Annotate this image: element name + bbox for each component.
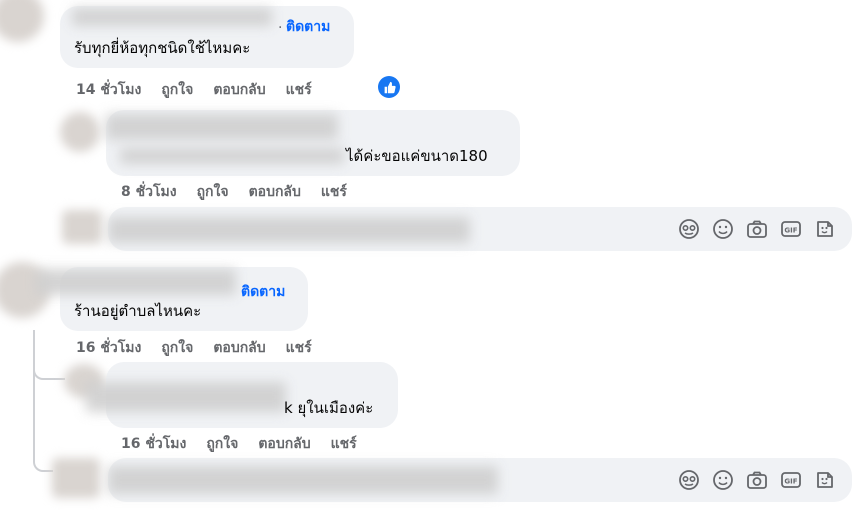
reply-input[interactable]: GIF [108,207,852,251]
svg-text:GIF: GIF [784,478,797,486]
dot-separator: · [278,20,283,36]
follow-link[interactable]: ติดตาม [286,16,330,38]
reply-input[interactable]: GIF [108,458,852,502]
camera-icon[interactable] [746,469,768,491]
comment-text: ได้ค่ะขอแค่ขนาด180 [346,147,488,165]
emoji-icon[interactable] [712,469,734,491]
sticker-icon[interactable] [814,218,836,240]
reply-link[interactable]: ตอบกลับ [249,181,301,203]
avatar[interactable] [0,0,44,42]
sticker-icon[interactable] [814,469,836,491]
svg-text:GIF: GIF [784,227,797,235]
comment-actions: 14 ชั่วโมง ถูกใจ ตอบกลับ แชร์ [76,79,332,101]
reply-placeholder [108,466,498,494]
emoji-icon[interactable] [712,218,734,240]
comment-bubble: ได้ค่ะขอแค่ขนาด180 [106,110,520,176]
share-link[interactable]: แชร์ [286,79,312,101]
avatar [52,458,100,498]
follow-link[interactable]: ติดตาม [241,281,285,303]
composer-toolbar: GIF [678,469,836,491]
author-name[interactable] [36,269,236,295]
share-link[interactable]: แชร์ [286,337,312,359]
like-link[interactable]: ถูกใจ [161,79,193,101]
reply-placeholder [108,217,470,243]
comment-bubble: ติดตาม ร้านอยู่ตำบลไหนคะ [36,267,308,331]
thread-connector [33,330,65,380]
comment-actions: 8 ชั่วโมง ถูกใจ ตอบกลับ แชร์ [121,181,367,203]
reply-link[interactable]: ตอบกลับ [213,79,265,101]
timestamp[interactable]: 14 ชั่วโมง [76,79,141,101]
comment-actions: 16 ชั่วโมง ถูกใจ ตอบกลับ แชร์ [76,337,332,359]
like-link[interactable]: ถูกใจ [161,337,193,359]
thumbs-up-icon [384,81,396,93]
gif-icon[interactable]: GIF [780,469,802,491]
avatar [62,210,102,244]
author-name[interactable] [86,382,286,412]
comment-actions: 16 ชั่วโมง ถูกใจ ตอบกลับ แชร์ [121,433,377,455]
mention-name[interactable] [120,148,344,164]
like-link[interactable]: ถูกใจ [197,181,229,203]
comment-bubble: · ติดตาม รับทุกยี่ห้อทุกชนิดใช้ไหมคะ [60,6,354,68]
sticker-face-icon[interactable] [678,218,700,240]
gif-icon[interactable]: GIF [780,218,802,240]
avatar[interactable] [60,112,100,152]
timestamp[interactable]: 8 ชั่วโมง [121,181,177,203]
like-reaction-icon[interactable] [378,76,400,98]
composer-toolbar: GIF [678,218,836,240]
author-name[interactable] [72,8,272,26]
author-name[interactable] [106,114,338,140]
timestamp[interactable]: 16 ชั่วโมง [121,433,186,455]
comment-bubble: k ยุในเมืองค่ะ [86,362,398,428]
like-link[interactable]: ถูกใจ [206,433,238,455]
share-link[interactable]: แชร์ [331,433,357,455]
sticker-face-icon[interactable] [678,469,700,491]
share-link[interactable]: แชร์ [321,181,347,203]
reply-link[interactable]: ตอบกลับ [258,433,310,455]
comment-text: ร้านอยู่ตำบลไหนคะ [74,302,202,320]
reply-link[interactable]: ตอบกลับ [213,337,265,359]
comment-text: k ยุในเมืองค่ะ [284,399,374,417]
comment-text: รับทุกยี่ห้อทุกชนิดใช้ไหมคะ [74,39,251,57]
timestamp[interactable]: 16 ชั่วโมง [76,337,141,359]
camera-icon[interactable] [746,218,768,240]
